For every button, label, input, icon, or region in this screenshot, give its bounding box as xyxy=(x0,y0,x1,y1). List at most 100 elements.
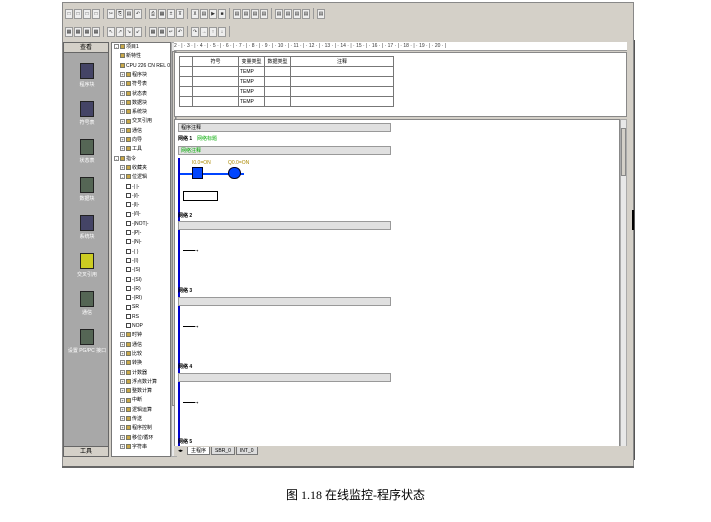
instruction-button[interactable]: ▦ xyxy=(65,26,73,37)
tree-item[interactable]: -(RI) xyxy=(126,295,142,302)
toolbar-button[interactable]: ▤ xyxy=(251,8,259,19)
data-type-cell[interactable] xyxy=(264,76,291,87)
tree-item[interactable]: + 向导 xyxy=(120,137,142,144)
tab-sbr0[interactable]: SBR_0 xyxy=(211,447,235,455)
expand-toggle-icon[interactable]: + xyxy=(120,99,125,105)
tree-item[interactable]: -| |- xyxy=(126,184,139,191)
nav-communication[interactable]: 通信 xyxy=(64,291,110,316)
program-comment[interactable]: 程序注释 xyxy=(178,123,391,132)
tree-item[interactable]: -(SI) xyxy=(126,277,142,284)
tree-item[interactable]: -|N|- xyxy=(126,239,142,246)
tree-item[interactable]: -|NOT|- xyxy=(126,221,148,228)
tree-item[interactable]: -|P|- xyxy=(126,230,141,237)
expand-toggle-icon[interactable]: - xyxy=(114,155,119,161)
editor-scroll-thumb[interactable] xyxy=(621,128,626,176)
expand-toggle-icon[interactable]: + xyxy=(120,434,125,440)
toolbar-button[interactable]: □ xyxy=(65,8,73,19)
tree-item[interactable]: + 数据块 xyxy=(120,100,147,107)
comment-cell[interactable] xyxy=(290,86,394,97)
data-type-cell[interactable] xyxy=(264,96,291,107)
nav-system-block[interactable]: 系统块 xyxy=(64,215,110,240)
expand-toggle-icon[interactable]: + xyxy=(120,72,125,78)
tree-item[interactable]: + 系统块 xyxy=(120,109,147,116)
coil-active[interactable] xyxy=(228,167,241,179)
instruction-button[interactable]: ▦ xyxy=(158,26,166,37)
var-type-cell[interactable]: TEMP xyxy=(238,76,265,87)
nav-footer[interactable]: 工具 xyxy=(64,446,108,456)
tree-item[interactable]: -( ) xyxy=(126,249,138,256)
toolbar-button[interactable]: ▤ xyxy=(302,8,310,19)
toolbar-button[interactable]: ⊻ xyxy=(191,8,199,19)
tree-item[interactable]: + 传送 xyxy=(120,416,142,423)
comment-cell[interactable] xyxy=(290,76,394,87)
comment-cell[interactable] xyxy=(290,66,394,77)
nav-data-block[interactable]: 数据块 xyxy=(64,177,110,202)
tree-item[interactable]: + 符号表 xyxy=(120,81,147,88)
nav-symbol-table[interactable]: 符号表 xyxy=(64,101,110,126)
data-type-cell[interactable] xyxy=(264,66,291,77)
row-cell[interactable] xyxy=(179,66,193,77)
expand-toggle-icon[interactable]: + xyxy=(120,165,125,171)
expand-toggle-icon[interactable]: + xyxy=(120,369,125,375)
toolbar-button[interactable]: ± xyxy=(167,8,175,19)
expand-toggle-icon[interactable]: + xyxy=(120,378,125,384)
nav-cross-reference[interactable]: 交叉引用 xyxy=(64,253,110,278)
nav-program-block[interactable]: 程序块 xyxy=(64,63,110,88)
tree-item[interactable]: 新特性 xyxy=(120,53,141,60)
contact-active[interactable] xyxy=(192,167,203,179)
toolbar-button[interactable]: ▦ xyxy=(158,8,166,19)
tree-item[interactable]: + 工具 xyxy=(120,146,142,153)
tree-item[interactable]: + 交叉引用 xyxy=(120,118,152,125)
toolbar-button[interactable]: ⎘ xyxy=(116,8,124,19)
network-comment[interactable] xyxy=(178,297,391,306)
expand-toggle-icon[interactable]: - xyxy=(120,174,125,180)
tree-item[interactable]: -(S) xyxy=(126,267,140,274)
instruction-button[interactable]: ↗ xyxy=(116,26,124,37)
tree-item[interactable]: + 比较 xyxy=(120,351,142,358)
editor-scrollbar[interactable] xyxy=(620,119,627,454)
tree-item[interactable]: NOP xyxy=(126,323,143,330)
expand-toggle-icon[interactable]: + xyxy=(120,444,125,450)
expand-toggle-icon[interactable]: + xyxy=(120,90,125,96)
tab-main[interactable]: 主程序 xyxy=(187,447,211,455)
toolbar-button[interactable]: ⎙ xyxy=(149,8,157,19)
toolbar-button[interactable]: ▤ xyxy=(242,8,250,19)
nav-pgpc-interface[interactable]: 设置 PG/PC 接口 xyxy=(64,329,110,354)
instruction-button[interactable]: ↑ xyxy=(209,26,217,37)
instruction-button[interactable]: ↘ xyxy=(125,26,133,37)
instruction-button[interactable]: ↵ xyxy=(167,26,175,37)
expand-toggle-icon[interactable]: + xyxy=(120,397,125,403)
tree-item[interactable]: - 项目1 xyxy=(114,44,139,51)
data-type-cell[interactable] xyxy=(264,86,291,97)
tree-item[interactable]: + 收藏夹 xyxy=(120,165,147,172)
toolbar-button[interactable]: ▤ xyxy=(125,8,133,19)
toolbar-button[interactable]: ▤ xyxy=(293,8,301,19)
tree-item[interactable]: + 字符串 xyxy=(120,444,147,451)
tree-item[interactable]: + 通信 xyxy=(120,342,142,349)
row-cell[interactable] xyxy=(179,76,193,87)
tree-item[interactable]: + 程序块 xyxy=(120,72,147,79)
instruction-button[interactable]: ↷ xyxy=(191,26,199,37)
tree-item[interactable]: + 时钟 xyxy=(120,332,142,339)
var-type-cell[interactable]: TEMP xyxy=(238,66,265,77)
network-comment[interactable] xyxy=(178,221,391,230)
toolbar-button[interactable]: ▤ xyxy=(260,8,268,19)
toolbar-button[interactable]: ▤ xyxy=(284,8,292,19)
tree-item[interactable]: + 移位/循环 xyxy=(120,435,153,442)
focus-box[interactable] xyxy=(183,191,218,201)
row-cell[interactable] xyxy=(179,86,193,97)
expand-toggle-icon[interactable]: + xyxy=(120,81,125,87)
tree-item[interactable]: + 整数计算 xyxy=(120,388,152,395)
expand-toggle-icon[interactable]: + xyxy=(120,127,125,133)
expand-toggle-icon[interactable]: + xyxy=(120,360,125,366)
instruction-button[interactable]: ↖ xyxy=(107,26,115,37)
row-cell[interactable] xyxy=(179,96,193,107)
instruction-button[interactable]: ↶ xyxy=(176,26,184,37)
expand-toggle-icon[interactable]: + xyxy=(120,109,125,115)
tab-int0[interactable]: INT_0 xyxy=(235,447,258,455)
tree-item[interactable]: + 浮点数计算 xyxy=(120,379,157,386)
instruction-button[interactable]: ▦ xyxy=(74,26,82,37)
symbol-cell[interactable] xyxy=(192,96,239,107)
tree-item[interactable]: CPU 226 CN REL 02.01 xyxy=(120,63,170,70)
toolbar-button[interactable]: ▶ xyxy=(209,8,217,19)
